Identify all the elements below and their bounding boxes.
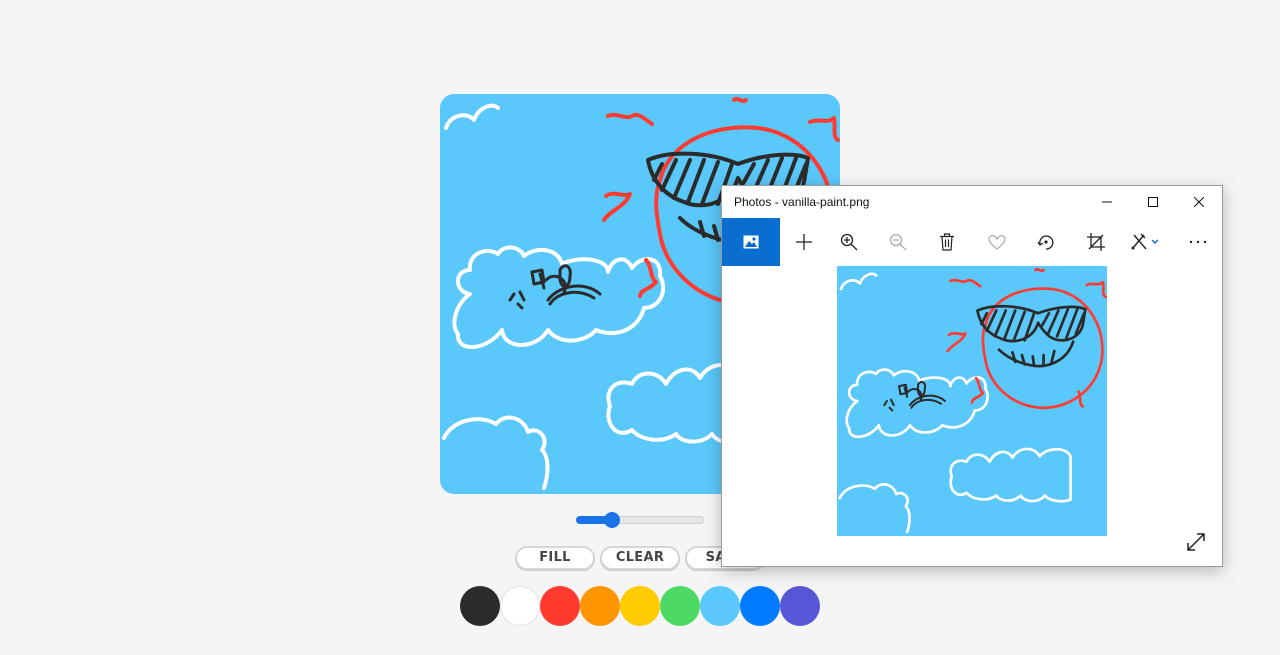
color-swatch-light-blue[interactable] bbox=[700, 586, 740, 626]
minimize-button[interactable] bbox=[1084, 186, 1130, 218]
color-swatch-white[interactable] bbox=[500, 586, 540, 626]
color-swatch-blue[interactable] bbox=[740, 586, 780, 626]
minimize-icon bbox=[1102, 201, 1112, 203]
crop-button[interactable] bbox=[1076, 218, 1116, 266]
close-icon bbox=[1194, 197, 1204, 207]
fill-button[interactable]: FILL bbox=[515, 546, 595, 570]
close-button[interactable] bbox=[1176, 186, 1222, 218]
image-preview[interactable] bbox=[837, 266, 1107, 536]
photos-window: Photos - vanilla-paint.png bbox=[721, 185, 1223, 567]
rotate-icon bbox=[1037, 235, 1054, 250]
maximize-button[interactable] bbox=[1130, 186, 1176, 218]
expand-icon bbox=[1187, 533, 1205, 551]
more-button[interactable] bbox=[1178, 218, 1218, 266]
color-swatch-yellow[interactable] bbox=[620, 586, 660, 626]
title-bar[interactable]: Photos - vanilla-paint.png bbox=[722, 186, 1222, 218]
favorite-icon bbox=[988, 235, 1006, 250]
color-swatch-black[interactable] bbox=[460, 586, 500, 626]
edit-button[interactable] bbox=[1122, 218, 1168, 266]
delete-icon bbox=[940, 233, 954, 251]
photos-toolbar bbox=[722, 218, 1222, 266]
zoom-out-button[interactable] bbox=[878, 218, 918, 266]
window-title: Photos - vanilla-paint.png bbox=[734, 195, 870, 209]
add-icon bbox=[796, 234, 812, 250]
zoom-in-icon bbox=[840, 233, 858, 251]
delete-button[interactable] bbox=[927, 218, 967, 266]
view-image-button[interactable] bbox=[722, 218, 780, 266]
add-button[interactable] bbox=[784, 218, 824, 266]
color-swatch-red[interactable] bbox=[540, 586, 580, 626]
color-swatch-purple[interactable] bbox=[780, 586, 820, 626]
image-icon bbox=[743, 235, 759, 249]
zoom-out-icon bbox=[889, 233, 907, 251]
edit-icon bbox=[1131, 233, 1159, 250]
rotate-button[interactable] bbox=[1026, 218, 1066, 266]
color-swatch-green[interactable] bbox=[660, 586, 700, 626]
color-swatch-orange[interactable] bbox=[580, 586, 620, 626]
zoom-in-button[interactable] bbox=[829, 218, 869, 266]
more-icon bbox=[1189, 240, 1207, 244]
brush-size-slider[interactable] bbox=[576, 512, 704, 528]
full-screen-button[interactable] bbox=[1184, 530, 1208, 554]
crop-icon bbox=[1087, 233, 1105, 251]
maximize-icon bbox=[1148, 197, 1158, 207]
favorite-button[interactable] bbox=[977, 218, 1017, 266]
clear-button[interactable]: CLEAR bbox=[600, 546, 680, 570]
slider-thumb[interactable] bbox=[603, 512, 620, 528]
image-preview-art bbox=[838, 267, 1107, 534]
